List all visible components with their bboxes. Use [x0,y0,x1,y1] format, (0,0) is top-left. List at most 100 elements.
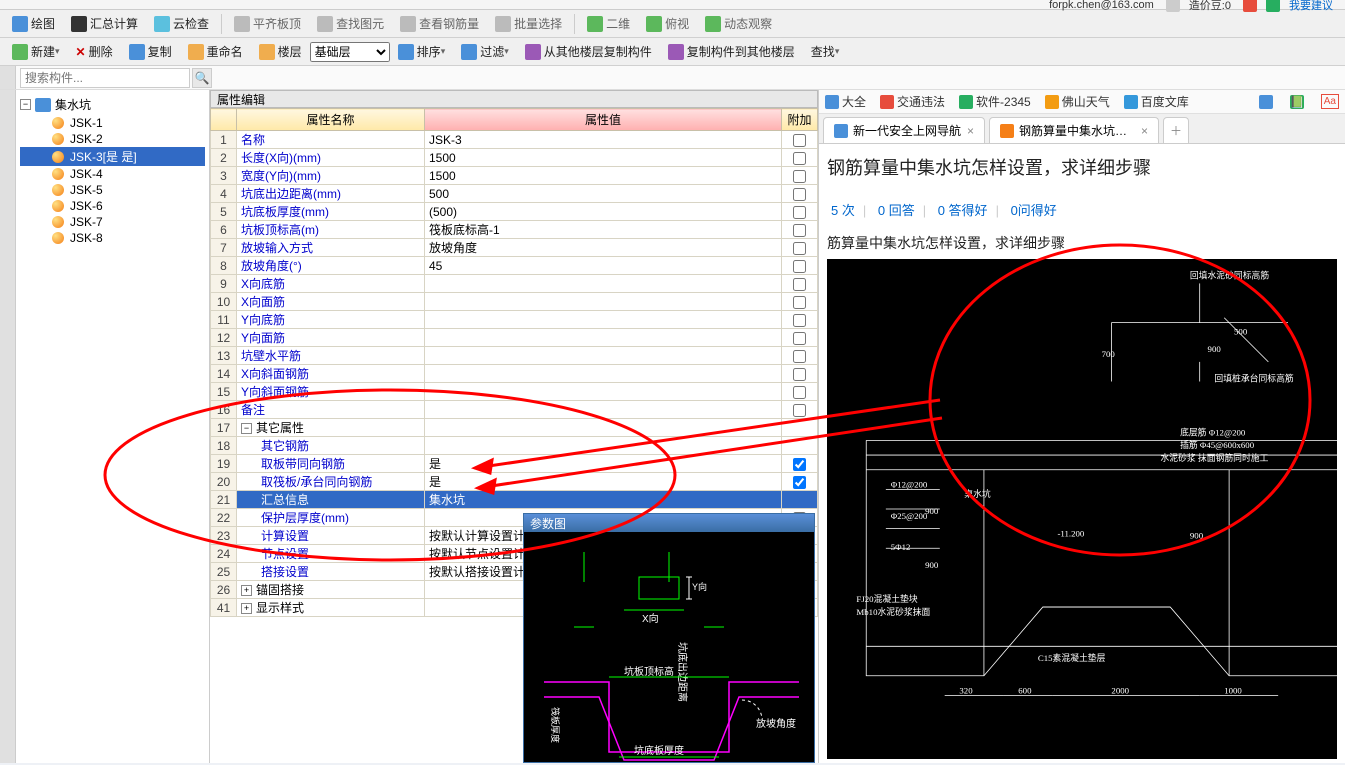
tree-item[interactable]: JSK-7 [20,214,205,230]
bookmark-item[interactable]: 交通违法 [880,93,945,110]
extra-checkbox[interactable] [793,386,806,399]
extra-checkbox[interactable] [793,458,806,471]
extra-checkbox[interactable] [793,278,806,291]
property-row[interactable]: 7放坡输入方式放坡角度 [211,239,818,257]
filter-button[interactable]: 过滤 [455,41,515,62]
find-entity-button[interactable]: 查找图元 [311,13,390,34]
find-button[interactable]: 查找 [805,41,846,62]
search-input[interactable] [20,68,190,88]
tree-item[interactable]: JSK-2 [20,131,205,147]
property-row[interactable]: 1名称JSK-3 [211,131,818,149]
property-row[interactable]: 14X向斜面钢筋 [211,365,818,383]
extra-checkbox[interactable] [793,188,806,201]
prop-value[interactable]: 筏板底标高-1 [425,221,782,239]
extra-checkbox[interactable] [793,404,806,417]
batch-select-button[interactable]: 批量选择 [489,13,568,34]
prop-value[interactable] [425,383,782,401]
param-title[interactable]: 参数图 [524,514,814,532]
tree-item[interactable]: JSK-4 [20,166,205,182]
bookmark-item[interactable]: 软件-2345 [959,93,1031,110]
ext-icon-2[interactable]: 📗 [1290,95,1307,109]
property-row[interactable]: 19取板带同向钢筋是 [211,455,818,473]
property-row[interactable]: 16备注 [211,401,818,419]
extra-checkbox[interactable] [793,368,806,381]
extra-checkbox[interactable] [793,296,806,309]
browser-tab[interactable]: 新一代安全上网导航× [823,117,985,143]
extra-checkbox[interactable] [793,476,806,489]
prop-value[interactable] [425,401,782,419]
extra-checkbox[interactable] [793,314,806,327]
prop-value[interactable]: 是 [425,473,782,491]
prop-value[interactable] [425,293,782,311]
property-row[interactable]: 9X向底筋 [211,275,818,293]
extra-checkbox[interactable] [793,350,806,363]
copy-from-button[interactable]: 从其他楼层复制构件 [519,41,658,62]
tree-item[interactable]: JSK-3[是 是] [20,147,205,166]
prop-value[interactable]: (500) [425,203,782,221]
tree-item[interactable]: JSK-5 [20,182,205,198]
property-row[interactable]: 6坑板顶标高(m)筏板底标高-1 [211,221,818,239]
prop-value[interactable] [425,419,782,437]
prop-value[interactable]: 500 [425,185,782,203]
prop-value[interactable] [425,329,782,347]
ext-icon-3[interactable]: Aa [1321,94,1339,109]
ext-icon-1[interactable] [1259,95,1276,109]
new-button[interactable]: 新建 [6,41,66,62]
property-row[interactable]: 17−其它属性 [211,419,818,437]
browser-tab[interactable]: 钢筋算量中集水坑怎样设置，求× [989,117,1159,143]
extra-checkbox[interactable] [793,134,806,147]
flat-top-button[interactable]: 平齐板顶 [228,13,307,34]
extra-checkbox[interactable] [793,170,806,183]
property-row[interactable]: 5坑底板厚度(mm)(500) [211,203,818,221]
collapse-icon[interactable]: − [20,99,31,110]
prop-value[interactable]: 集水坑 [425,491,782,509]
view-2d-dropdown[interactable]: 二维 [581,13,636,34]
extra-checkbox[interactable] [793,260,806,273]
bird-view-dropdown[interactable]: 俯视 [640,13,695,34]
check-rebar-button[interactable]: 查看钢筋量 [394,13,485,34]
property-row[interactable]: 12Y向面筋 [211,329,818,347]
search-go-button[interactable]: 🔍 [192,68,212,88]
sort-button[interactable]: 排序 [392,41,452,62]
property-row[interactable]: 10X向面筋 [211,293,818,311]
extra-checkbox[interactable] [793,224,806,237]
copy-to-button[interactable]: 复制构件到其他楼层 [662,41,801,62]
tree-item[interactable]: JSK-1 [20,115,205,131]
property-row[interactable]: 11Y向底筋 [211,311,818,329]
copy-button[interactable]: 复制 [123,41,178,62]
tab-close-icon[interactable]: × [1141,124,1148,138]
dynamic-view-button[interactable]: 动态观察 [699,13,778,34]
extra-checkbox[interactable] [793,152,806,165]
rename-button[interactable]: 重命名 [182,41,249,62]
property-row[interactable]: 8放坡角度(°)45 [211,257,818,275]
stat-good[interactable]: 0 答得好 [938,203,988,218]
property-row[interactable]: 2长度(X向)(mm)1500 [211,149,818,167]
tree-item[interactable]: JSK-8 [20,230,205,246]
delete-button[interactable]: ✕删除 [70,41,119,62]
sum-calc-button[interactable]: 汇总计算 [65,13,144,34]
prop-value[interactable]: 1500 [425,167,782,185]
property-row[interactable]: 21汇总信息集水坑 [211,491,818,509]
property-row[interactable]: 4坑底出边距离(mm)500 [211,185,818,203]
property-row[interactable]: 20取筏板/承台同向钢筋是 [211,473,818,491]
floor-select[interactable]: 基础层 [310,42,390,62]
cloud-check-button[interactable]: 云检查 [148,13,215,34]
property-row[interactable]: 15Y向斜面钢筋 [211,383,818,401]
property-row[interactable]: 13坑壁水平筋 [211,347,818,365]
draw-button[interactable]: 绘图 [6,13,61,34]
prop-value[interactable]: 放坡角度 [425,239,782,257]
property-row[interactable]: 3宽度(Y向)(mm)1500 [211,167,818,185]
suggest-link[interactable]: 我要建议 [1289,0,1333,13]
bookmark-item[interactable]: 百度文库 [1124,93,1189,110]
prop-value[interactable] [425,275,782,293]
stat-qgood[interactable]: 0问得好 [1011,203,1057,218]
prop-value[interactable] [425,437,782,455]
bookmark-item[interactable]: 大全 [825,93,866,110]
prop-value[interactable] [425,365,782,383]
prop-value[interactable] [425,311,782,329]
param-diagram-window[interactable]: 参数图 Y向 X向 坑底出边距离 坑板顶标高 坑底板厚度 放坡角度 [523,513,815,763]
prop-value[interactable] [425,347,782,365]
prop-value[interactable]: 45 [425,257,782,275]
extra-checkbox[interactable] [793,242,806,255]
tree-root[interactable]: − 集水坑 [20,94,205,115]
